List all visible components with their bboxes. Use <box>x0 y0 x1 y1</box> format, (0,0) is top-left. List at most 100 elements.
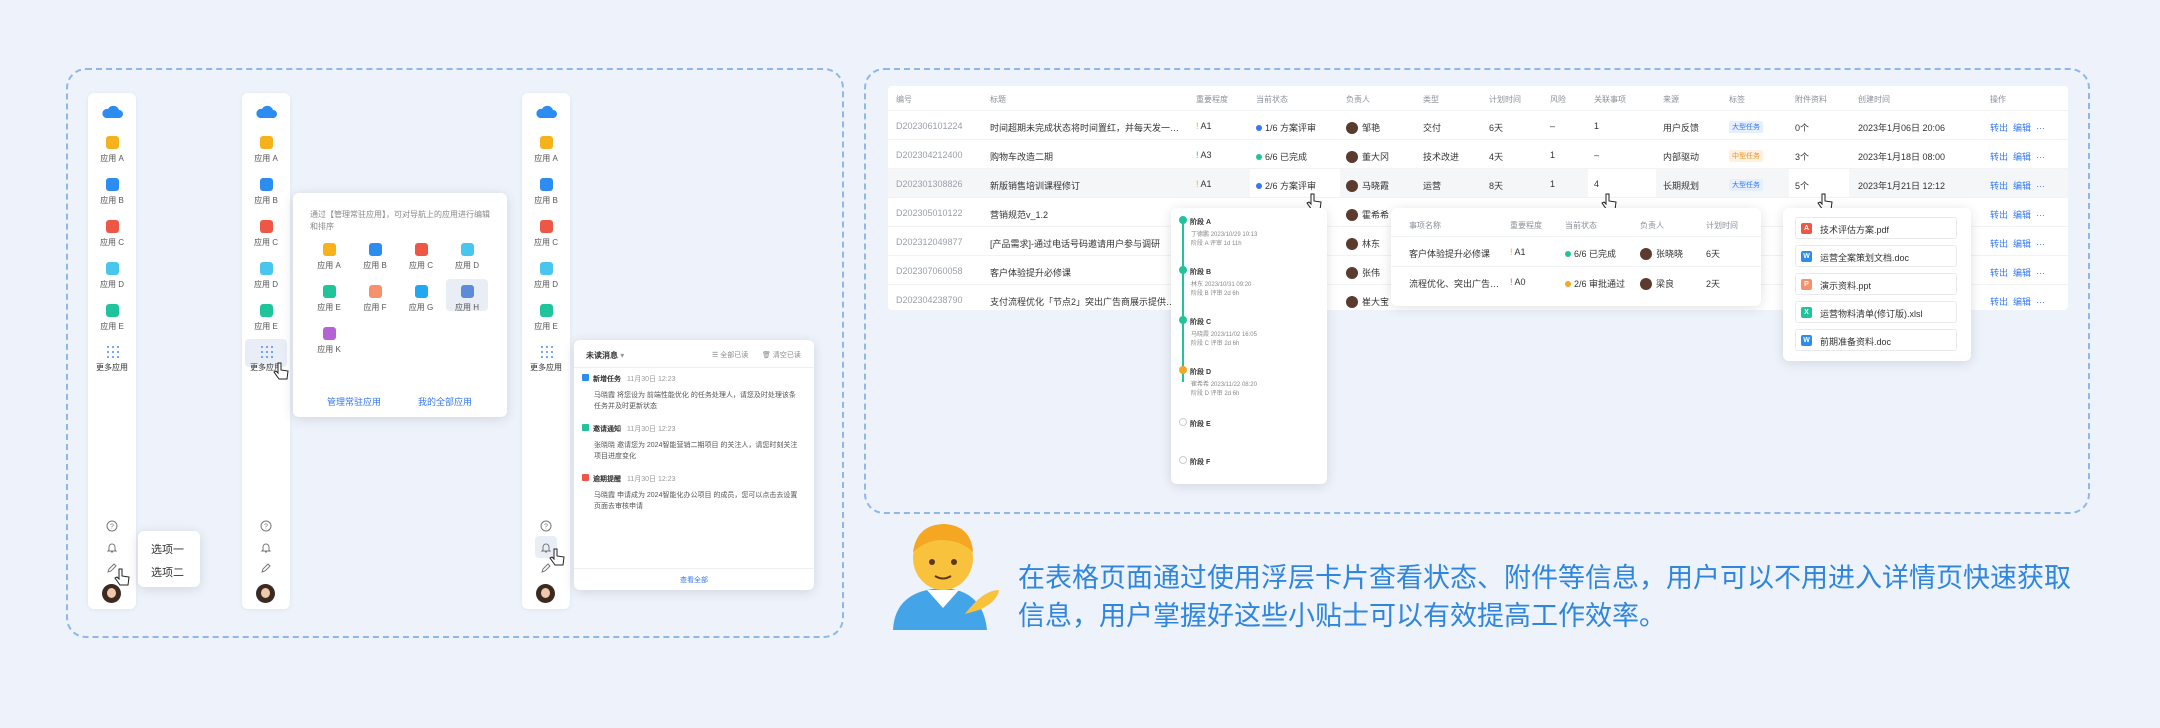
cell-related[interactable]: 4 <box>1594 179 1599 189</box>
panel-app-h[interactable]: 应用 H <box>446 279 488 312</box>
svg-text:?: ? <box>264 524 268 531</box>
all-apps-link[interactable]: 我的全部应用 <box>418 395 472 408</box>
panel-app-a[interactable]: 应用 A <box>311 243 347 271</box>
panel-app-b[interactable]: 应用 B <box>357 243 393 271</box>
help-icon[interactable]: ? <box>260 520 272 532</box>
cell-status[interactable]: 6/6 已完成 <box>1256 150 1307 163</box>
table-row[interactable]: D202301308826 新版销售培训课程修订 ! A1 2/6 方案评审 马… <box>888 168 2068 198</box>
sidebar-app-e[interactable]: 应用 E <box>88 304 136 332</box>
status-dot <box>1256 183 1262 189</box>
col-header-owner: 负责人 <box>1346 95 1370 104</box>
app-label: 应用 D <box>254 280 278 289</box>
sidebar-app-b[interactable]: 应用 B <box>522 178 570 206</box>
message-item[interactable]: 逾期提醒 11月30日 12:23 马晓霞 申请成为 2024智能化办公项目 的成… <box>582 474 802 512</box>
more-button[interactable]: … <box>2036 208 2045 218</box>
more-button[interactable]: … <box>2036 237 2045 247</box>
chevron-down-icon[interactable]: ▾ <box>620 351 624 360</box>
more-apps-button[interactable]: 更多应用 <box>522 345 570 373</box>
cell-related[interactable]: – <box>1594 150 1599 160</box>
edit-button[interactable]: 编辑 <box>2013 266 2031 279</box>
file-item[interactable]: X 运营物料清单(修订版).xlsl <box>1795 301 1957 323</box>
sidebar-app-b[interactable]: 应用 B <box>88 178 136 206</box>
help-icon[interactable]: ? <box>540 520 552 532</box>
transfer-button[interactable]: 转出 <box>1990 179 2008 192</box>
transfer-button[interactable]: 转出 <box>1990 121 2008 134</box>
cell-source: 内部驱动 <box>1663 152 1700 162</box>
sidebar-app-a[interactable]: 应用 A <box>522 136 570 164</box>
panel-app-d[interactable]: 应用 D <box>449 243 485 271</box>
file-item[interactable]: A 技术评估方案.pdf <box>1795 217 1957 239</box>
cell-tag: 大型任务 <box>1729 121 1763 133</box>
panel-app-g[interactable]: 应用 G <box>403 285 439 313</box>
transfer-button[interactable]: 转出 <box>1990 295 2008 308</box>
panel-app-e[interactable]: 应用 E <box>311 285 347 313</box>
file-item[interactable]: W 前期准备资料.doc <box>1795 329 1957 351</box>
transfer-button[interactable]: 转出 <box>1990 208 2008 221</box>
cell-attachments[interactable]: 0个 <box>1795 121 1809 134</box>
cell-related[interactable]: 1 <box>1594 121 1599 131</box>
option-item-1[interactable]: 选项一 <box>151 541 184 557</box>
edit-button[interactable]: 编辑 <box>2013 150 2031 163</box>
sidebar-app-d[interactable]: 应用 D <box>242 262 290 290</box>
owner-name: 崔大宝 <box>1362 297 1390 307</box>
transfer-button[interactable]: 转出 <box>1990 150 2008 163</box>
sidebar-app-c[interactable]: 应用 C <box>88 220 136 248</box>
option-item-2[interactable]: 选项二 <box>151 564 184 580</box>
transfer-button[interactable]: 转出 <box>1990 266 2008 279</box>
col-header-risk: 风险 <box>1550 95 1566 104</box>
more-button[interactable]: … <box>2036 266 2045 276</box>
more-apps-button[interactable]: 更多应用 <box>88 345 136 373</box>
edit-button[interactable]: 编辑 <box>2013 237 2031 250</box>
clear-read-button[interactable]: 🗑 清空已读 <box>762 350 801 360</box>
mark-all-read-button[interactable]: ☰ 全部已读 <box>712 350 748 360</box>
sidebar-app-c[interactable]: 应用 C <box>522 220 570 248</box>
edit-icon[interactable] <box>260 562 272 574</box>
cell-plan: 6天 <box>1489 123 1504 133</box>
edit-button[interactable]: 编辑 <box>2013 208 2031 221</box>
manage-apps-link[interactable]: 管理常驻应用 <box>327 395 381 408</box>
edit-button[interactable]: 编辑 <box>2013 121 2031 134</box>
unread-messages-panel: 未读消息 ▾ ☰ 全部已读 🗑 清空已读 新增任务 11月30日 12:23 马晓… <box>574 340 814 590</box>
edit-button[interactable]: 编辑 <box>2013 179 2031 192</box>
message-item[interactable]: 新增任务 11月30日 12:23 马晓霞 将您设为 前端性能优化 的任务处理人，… <box>582 374 802 412</box>
transfer-button[interactable]: 转出 <box>1990 237 2008 250</box>
panel-app-f[interactable]: 应用 F <box>357 285 393 313</box>
sidebar-app-a[interactable]: 应用 A <box>242 136 290 164</box>
sidebar-app-a[interactable]: 应用 A <box>88 136 136 164</box>
related-row[interactable]: 客户体验提升必修课 ! A1 6/6 已完成 张晓晓 6天 <box>1391 236 1761 265</box>
sidebar-app-e[interactable]: 应用 E <box>242 304 290 332</box>
file-item[interactable]: W 运营全案策划文档.doc <box>1795 245 1957 267</box>
sidebar-app-b[interactable]: 应用 B <box>242 178 290 206</box>
sidebar-app-d[interactable]: 应用 D <box>522 262 570 290</box>
user-avatar[interactable] <box>536 584 555 603</box>
sidebar-app-d[interactable]: 应用 D <box>88 262 136 290</box>
panel-app-c[interactable]: 应用 C <box>403 243 439 271</box>
panel-app-k[interactable]: 应用 K <box>311 327 347 355</box>
cell-status[interactable]: 1/6 方案评审 <box>1256 121 1316 134</box>
bell-icon[interactable] <box>106 541 118 553</box>
user-avatar[interactable] <box>256 584 275 603</box>
table-row[interactable]: D202306101224 时间超期未完成状态将时间置红，并每天发一… ! A1… <box>888 110 2068 139</box>
cell-attachments[interactable]: 5个 <box>1795 179 1809 192</box>
cell-attachments[interactable]: 3个 <box>1795 150 1809 163</box>
related-row[interactable]: 流程优化、突出广告… ! A0 2/6 审批通过 梁良 2天 <box>1391 266 1761 295</box>
cell-priority[interactable]: ! A1 <box>1196 179 1212 189</box>
related-priority: ! A1 <box>1510 247 1526 257</box>
help-icon[interactable]: ? <box>106 520 118 532</box>
message-item[interactable]: 邀请通知 11月30日 12:23 张晓晓 邀请您为 2024智能营销二期项目 的… <box>582 424 802 462</box>
more-button[interactable]: … <box>2036 150 2045 160</box>
table-row[interactable]: D202304212400 购物车改造二期 ! A3 6/6 已完成 董大冈 技… <box>888 139 2068 168</box>
cell-status[interactable]: 2/6 方案评审 <box>1256 179 1316 192</box>
person-tipping-hand-icon <box>893 524 999 630</box>
view-all-link[interactable]: 查看全部 <box>574 575 814 585</box>
sidebar-app-e[interactable]: 应用 E <box>522 304 570 332</box>
bell-icon[interactable] <box>260 541 272 553</box>
more-button[interactable]: … <box>2036 295 2045 305</box>
edit-button[interactable]: 编辑 <box>2013 295 2031 308</box>
cell-priority[interactable]: ! A3 <box>1196 150 1212 160</box>
sidebar-app-c[interactable]: 应用 C <box>242 220 290 248</box>
more-button[interactable]: … <box>2036 179 2045 189</box>
more-button[interactable]: … <box>2036 121 2045 131</box>
file-item[interactable]: P 演示资料.ppt <box>1795 273 1957 295</box>
cell-priority[interactable]: ! A1 <box>1196 121 1212 131</box>
